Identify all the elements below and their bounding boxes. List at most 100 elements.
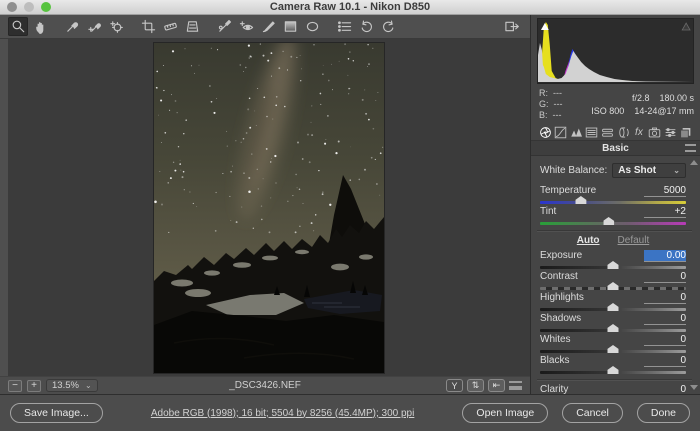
save-image-button[interactable]: Save Image... <box>10 403 103 423</box>
tab-snapshots[interactable] <box>679 125 693 139</box>
slider-thumb[interactable] <box>603 217 614 225</box>
tab-split-toning[interactable] <box>601 125 615 139</box>
workflow-options-link[interactable]: Adobe RGB (1998); 16 bit; 5504 by 8256 (… <box>143 408 423 419</box>
footer: Save Image... Adobe RGB (1998); 16 bit; … <box>0 394 700 431</box>
graduated-filter-tool-icon[interactable] <box>280 17 300 36</box>
slider-track[interactable] <box>540 282 686 291</box>
slider-thumb[interactable] <box>575 196 586 204</box>
slider-track[interactable] <box>540 345 686 354</box>
slider-track[interactable] <box>540 324 686 333</box>
tab-lens-corrections[interactable] <box>616 125 630 139</box>
slider-track[interactable] <box>540 261 686 270</box>
toggle-panel-icon[interactable] <box>502 17 522 36</box>
zoom-in-button[interactable]: + <box>27 380 41 392</box>
slider-track[interactable] <box>540 217 686 226</box>
tab-detail[interactable] <box>569 125 583 139</box>
panel-header: Basic <box>531 141 700 156</box>
iso-value: ISO 800 <box>591 105 624 118</box>
window-title: Camera Raw 10.1 - Nikon D850 <box>0 1 700 13</box>
red-eye-tool-icon[interactable] <box>236 17 256 36</box>
slider-row-contrast: Contrast0 <box>540 271 686 291</box>
radial-filter-tool-icon[interactable] <box>302 17 322 36</box>
zoom-level-select[interactable]: 13.5% ⌄ <box>46 379 98 392</box>
zoom-tool-icon[interactable] <box>8 17 28 36</box>
slider-label: Tint <box>540 206 556 217</box>
r-value: --- <box>553 88 562 98</box>
white-balance-value: As Shot <box>618 165 656 176</box>
rotate-right-icon[interactable] <box>378 17 398 36</box>
tab-tone-curve[interactable] <box>554 125 568 139</box>
preview-mode-button[interactable]: Y <box>446 379 463 392</box>
slider-track[interactable] <box>540 303 686 312</box>
slider-thumb[interactable] <box>608 261 619 269</box>
slider-row-exposure: Exposure0.00 <box>540 250 686 270</box>
slider-row-tint: Tint+2 <box>540 206 686 226</box>
slider-track[interactable] <box>540 366 686 375</box>
tab-hsl-grayscale[interactable] <box>585 125 599 139</box>
histogram <box>537 18 694 84</box>
chevron-down-icon: ⌄ <box>673 166 680 175</box>
exif-info: f/2.8180.00 s ISO 80014-24@17 mm <box>591 92 694 118</box>
slider-thumb[interactable] <box>608 282 619 290</box>
slider-row-temperature: Temperature5000 <box>540 185 686 205</box>
slider-label: Shadows <box>540 313 581 324</box>
slider-thumb[interactable] <box>608 303 619 311</box>
camera-raw-window: Camera Raw 10.1 - Nikon D850 <box>0 0 700 431</box>
hand-tool-icon[interactable] <box>30 17 50 36</box>
targeted-adjustment-tool-icon[interactable] <box>106 17 126 36</box>
copy-settings-button[interactable]: ⇤ <box>488 379 505 392</box>
tab-presets[interactable] <box>663 125 677 139</box>
titlebar: Camera Raw 10.1 - Nikon D850 <box>0 0 700 15</box>
tab-effects[interactable]: fx <box>632 125 646 139</box>
slider-row-whites: Whites0 <box>540 334 686 354</box>
color-sampler-tool-icon[interactable] <box>84 17 104 36</box>
b-value: --- <box>553 110 562 120</box>
panel-menu-icon[interactable] <box>685 144 696 152</box>
open-image-button[interactable]: Open Image <box>462 403 548 423</box>
shutter-value: 180.00 s <box>659 92 694 105</box>
slider-label: Temperature <box>540 185 596 196</box>
slider-row-highlights: Highlights0 <box>540 292 686 312</box>
auto-link[interactable]: Auto <box>577 235 600 248</box>
toolbar <box>0 15 530 39</box>
b-label: B: <box>539 110 548 120</box>
auto-default-row: Auto Default <box>540 235 686 248</box>
swap-before-after-button[interactable]: ⇅ <box>467 379 484 392</box>
scroll-up-icon[interactable] <box>690 160 698 165</box>
slider-track[interactable] <box>540 196 686 205</box>
spot-removal-tool-icon[interactable] <box>214 17 234 36</box>
image-canvas[interactable] <box>8 39 530 376</box>
slider-value[interactable]: 0 <box>644 384 686 394</box>
photo-preview[interactable] <box>154 43 384 373</box>
default-link[interactable]: Default <box>618 235 650 248</box>
zoom-out-button[interactable]: − <box>8 380 22 392</box>
slider-label: Highlights <box>540 292 584 303</box>
tab-camera-calibration[interactable] <box>648 125 662 139</box>
adjustment-brush-tool-icon[interactable] <box>258 17 278 36</box>
panel-title: Basic <box>602 143 629 154</box>
tab-basic[interactable] <box>538 125 552 139</box>
foreground-rocks <box>154 311 384 373</box>
slider-row-clarity: Clarity 0 <box>540 384 686 394</box>
slider-thumb[interactable] <box>608 345 619 353</box>
cancel-button[interactable]: Cancel <box>562 403 623 423</box>
scroll-down-icon[interactable] <box>690 385 698 390</box>
preview-menu-icon[interactable] <box>509 381 522 390</box>
slider-thumb[interactable] <box>608 366 619 374</box>
rgb-readout: R: --- G: --- B: --- f/2.8180.00 s ISO 8… <box>531 84 700 124</box>
white-balance-select[interactable]: As Shot ⌄ <box>612 163 686 178</box>
straighten-tool-icon[interactable] <box>160 17 180 36</box>
rotate-left-icon[interactable] <box>356 17 376 36</box>
white-balance-tool-icon[interactable] <box>62 17 82 36</box>
slider-thumb[interactable] <box>608 324 619 332</box>
lens-value: 14-24@17 mm <box>634 105 694 118</box>
done-button[interactable]: Done <box>637 403 690 423</box>
preferences-icon[interactable] <box>334 17 354 36</box>
slider-label: Exposure <box>540 250 582 261</box>
crop-tool-icon[interactable] <box>138 17 158 36</box>
chevron-down-icon: ⌄ <box>85 381 92 390</box>
transform-tool-icon[interactable] <box>182 17 202 36</box>
slider-label: Clarity <box>540 384 568 394</box>
slider-label: Blacks <box>540 355 569 366</box>
r-label: R: <box>539 88 548 98</box>
